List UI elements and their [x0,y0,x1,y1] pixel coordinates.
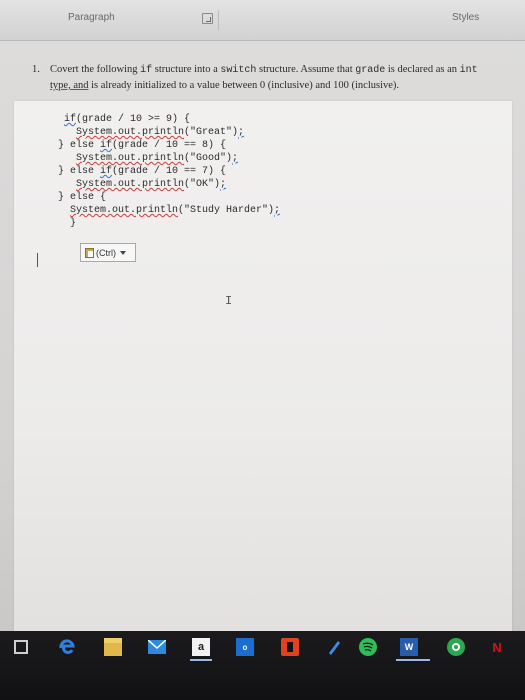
question-number: 1. [32,64,40,75]
paste-options-button[interactable]: (Ctrl) [80,243,136,262]
question-text-part: type, and [50,80,89,91]
code-inline-switch: switch [220,65,257,76]
code-text: ("Study Harder") [178,205,275,216]
question-text-part: structure into a [152,64,221,75]
code-text: ; [274,205,281,216]
active-indicator [396,659,430,661]
file-explorer-icon[interactable] [104,638,122,656]
code-text: ; [238,127,245,138]
code-line-1: if(grade / 10 >= 9) { [64,113,190,126]
edge-icon[interactable] [58,638,76,656]
code-text: ("Good") [184,153,233,164]
code-text: } [70,218,77,229]
code-call: System.out.println [70,205,179,216]
spotify-icon[interactable] [359,638,377,656]
code-line-7: } else { [58,191,106,204]
ribbon-divider [218,10,219,30]
mail-icon[interactable] [148,638,166,656]
amazon-icon[interactable]: a [192,638,210,656]
pen-icon[interactable] [325,638,343,656]
code-text: } else [58,140,101,151]
code-call: System.out.println [76,179,185,190]
netflix-icon[interactable]: N [488,638,506,656]
code-line-4: System.out.println("Good"); [76,152,238,165]
paragraph-dialog-launcher-icon[interactable] [202,13,213,24]
task-view-icon[interactable] [14,640,28,654]
code-text: ("OK") [184,179,221,190]
code-line-9: } [70,217,76,230]
paste-options-label: (Ctrl) [96,247,116,258]
code-keyword: if [64,114,77,125]
code-text: (grade / 10 == 7) { [112,166,227,177]
code-text: ("Great") [184,127,239,138]
office-icon[interactable] [281,638,299,656]
question-text-part: Covert the following [50,64,141,75]
active-indicator [190,659,212,661]
styles-group-label: Styles [452,12,480,23]
code-inline-if: if [140,65,153,76]
code-text: ; [220,179,227,190]
clipboard-icon [85,247,94,258]
code-text: ; [232,153,239,164]
code-call: System.out.println [76,153,185,164]
question-text-part: is declared as an [385,64,460,75]
whatsapp-icon[interactable] [447,638,465,656]
code-line-5: } else if(grade / 10 == 7) { [58,165,226,178]
ribbon: Paragraph Styles [0,0,525,41]
chevron-down-icon [120,250,126,255]
question-text-part: structure. Assume that [256,64,356,75]
question-text-part: is already initialized to a value betwee… [88,80,400,91]
outlook-icon[interactable]: o [236,638,254,656]
code-call: System.out.println [76,127,185,138]
code-text: } else [58,166,101,177]
code-line-6: System.out.println("OK"); [76,178,226,191]
word-icon[interactable]: W [400,638,418,656]
code-keyword: if [100,140,113,151]
code-keyword: if [100,166,113,177]
code-text: (grade / 10 == 8) { [112,140,227,151]
question-text: Covert the following if structure into a… [50,62,490,93]
text-cursor [37,253,38,267]
code-line-8: System.out.println("Study Harder"); [70,204,280,217]
code-inline-grade: grade [355,65,386,76]
code-text: (grade / 10 >= 9) { [76,114,191,125]
code-inline-int: int [459,65,478,76]
taskbar: a o W N [0,631,525,700]
code-text: } else { [58,192,107,203]
code-line-3: } else if(grade / 10 == 8) { [58,139,226,152]
paragraph-group-label: Paragraph [68,12,115,23]
mouse-ibeam-cursor-icon: I [225,294,233,308]
code-line-2: System.out.println("Great"); [76,126,244,139]
